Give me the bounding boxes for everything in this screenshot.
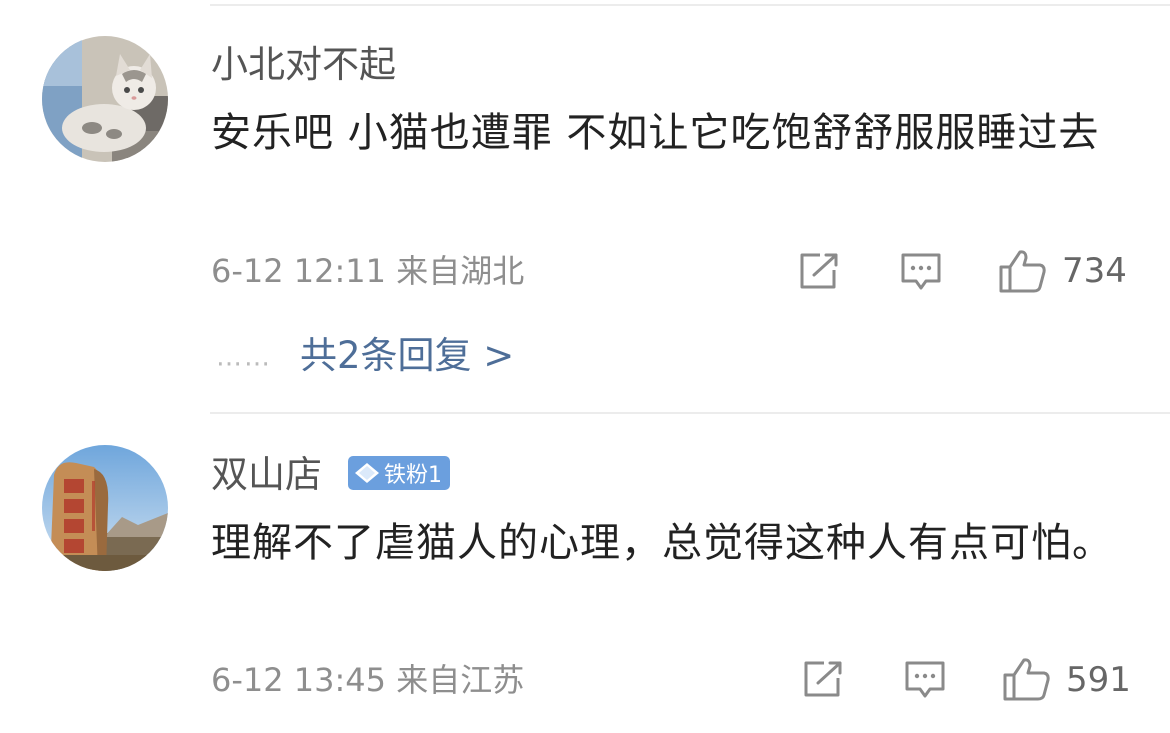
like-count: 591 xyxy=(1066,660,1131,700)
avatar[interactable] xyxy=(42,445,168,571)
fan-badge[interactable]: 铁粉1 xyxy=(348,456,450,490)
comment-meta: 6-12 13:45 来自江苏 xyxy=(211,661,525,699)
username[interactable]: 双山店 xyxy=(211,453,322,497)
comment-meta: 6-12 12:11 来自湖北 xyxy=(211,252,525,290)
like-button[interactable] xyxy=(1002,656,1052,706)
comment-button[interactable] xyxy=(900,252,942,296)
comment-text: 安乐吧 小猫也遭罪 不如让它吃饱舒舒服服睡过去 xyxy=(211,110,1100,156)
like-count: 734 xyxy=(1062,251,1127,291)
share-button[interactable] xyxy=(802,660,844,702)
username[interactable]: 小北对不起 xyxy=(211,43,396,87)
cat-avatar-image xyxy=(42,36,168,162)
comment-button[interactable] xyxy=(904,660,946,704)
replies-row: …… 共2条回复 > xyxy=(216,334,514,380)
share-button[interactable] xyxy=(798,252,840,294)
monument-avatar-image xyxy=(42,445,168,571)
badge-label: 铁粉1 xyxy=(384,463,442,488)
share-icon xyxy=(804,661,842,697)
divider-top xyxy=(210,4,1170,6)
divider xyxy=(210,412,1170,414)
like-button[interactable] xyxy=(998,248,1048,298)
comment-text: 理解不了虐猫人的心理，总觉得这种人有点可怕。 xyxy=(211,520,1113,566)
view-replies-link[interactable]: 共2条回复 > xyxy=(300,334,514,377)
share-icon xyxy=(800,253,838,289)
thumbs-up-icon xyxy=(1003,658,1050,701)
comment-icon xyxy=(901,253,941,290)
thumbs-up-icon xyxy=(999,250,1046,293)
replies-dots: …… xyxy=(216,342,272,373)
avatar[interactable] xyxy=(42,36,168,162)
diamond-icon xyxy=(355,463,379,483)
comment-icon xyxy=(905,661,945,698)
